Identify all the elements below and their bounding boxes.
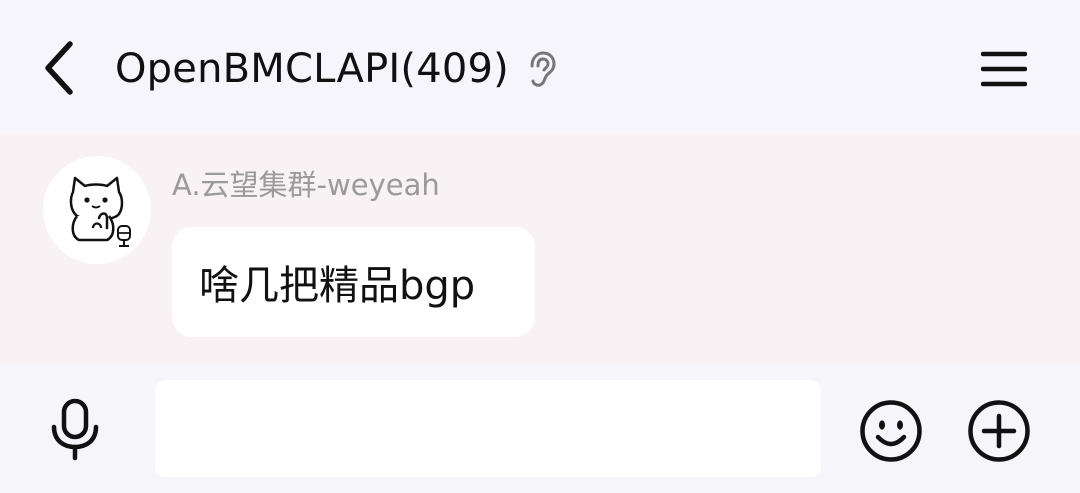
chat-title[interactable]: OpenBMCLAPI(409) bbox=[115, 38, 509, 100]
cat-avatar-icon bbox=[69, 176, 131, 247]
sender-name[interactable]: A.云望集群-weyeah bbox=[172, 162, 440, 204]
microphone-icon bbox=[51, 398, 99, 461]
input-bar bbox=[0, 364, 1080, 493]
ear-icon[interactable] bbox=[524, 50, 558, 88]
plus-circle-icon bbox=[968, 400, 1030, 462]
message-bubble[interactable]: 啥几把精品bgp bbox=[172, 227, 535, 337]
menu-button[interactable] bbox=[976, 42, 1032, 96]
voice-button[interactable] bbox=[40, 394, 110, 464]
message-input[interactable] bbox=[155, 380, 821, 477]
message-list: A.云望集群-weyeah 啥几把精品bgp bbox=[0, 134, 1080, 364]
emoji-button[interactable] bbox=[856, 396, 926, 466]
chevron-left-icon bbox=[45, 41, 73, 95]
smiley-icon bbox=[860, 400, 922, 462]
chat-header: OpenBMCLAPI(409) bbox=[0, 0, 1080, 134]
avatar[interactable] bbox=[43, 156, 151, 264]
message-text: 啥几把精品bgp bbox=[199, 263, 476, 309]
hamburger-menu-icon bbox=[981, 51, 1027, 87]
chat-screen: OpenBMCLAPI(409) A.云望集群-weyeah 啥几把精品bgp bbox=[0, 0, 1080, 493]
add-attachment-button[interactable] bbox=[964, 396, 1034, 466]
back-button[interactable] bbox=[30, 36, 90, 100]
